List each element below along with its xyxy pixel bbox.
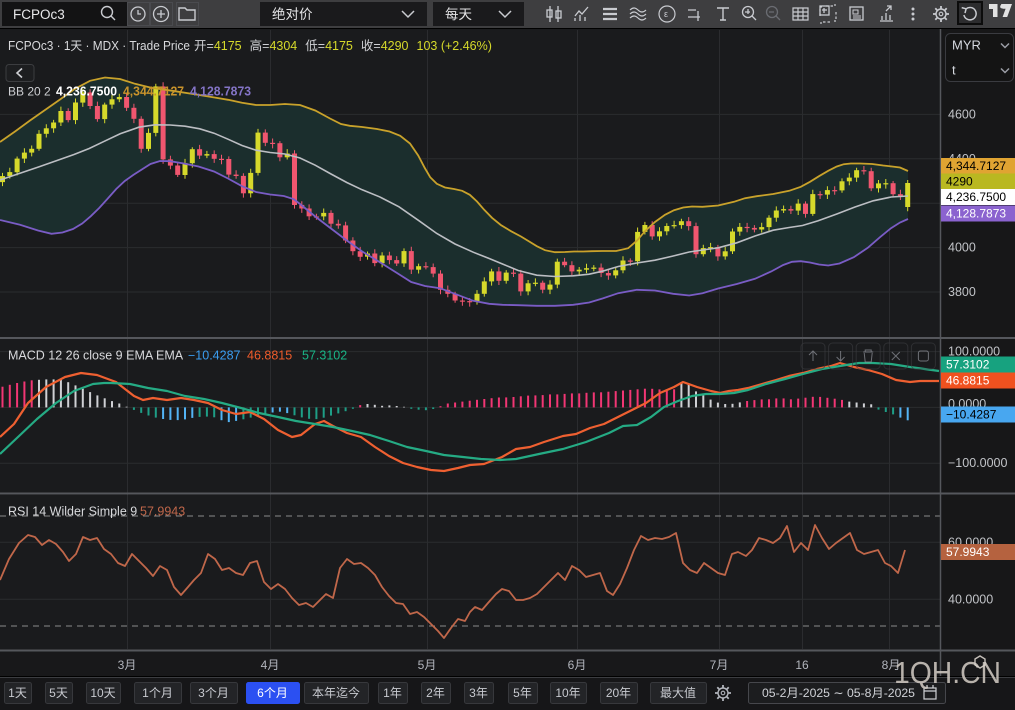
svg-text:4,344.7127: 4,344.7127 xyxy=(946,159,1006,173)
svg-text:6个月: 6个月 xyxy=(257,686,288,700)
svg-text:5天: 5天 xyxy=(49,686,68,700)
svg-text:4,344.7127: 4,344.7127 xyxy=(123,85,184,99)
svg-text:57.3102: 57.3102 xyxy=(302,349,347,363)
svg-text:57.3102: 57.3102 xyxy=(946,358,990,372)
svg-text:4,128.7873: 4,128.7873 xyxy=(946,207,1006,221)
svg-text:每天: 每天 xyxy=(445,7,472,22)
svg-text:46.8815: 46.8815 xyxy=(946,374,990,388)
svg-text:40.0000: 40.0000 xyxy=(948,592,993,606)
svg-text:ε: ε xyxy=(664,9,668,19)
svg-text:57.9943: 57.9943 xyxy=(140,505,185,519)
svg-text:−10.4287: −10.4287 xyxy=(946,408,997,422)
svg-text:开=4175高=4304低=4175收=4290103 (+: 开=4175高=4304低=4175收=4290103 (+2.46%) xyxy=(194,38,492,53)
svg-text:20年: 20年 xyxy=(606,686,631,700)
svg-text:−100.0000: −100.0000 xyxy=(948,456,1007,470)
svg-text:绝对价: 绝对价 xyxy=(272,7,313,22)
svg-text:3月: 3月 xyxy=(118,658,137,672)
svg-text:5年: 5年 xyxy=(513,686,532,700)
svg-text:最大值: 最大值 xyxy=(660,685,696,700)
svg-text:5月: 5月 xyxy=(418,658,437,672)
svg-text:t: t xyxy=(952,63,956,78)
svg-text:57.9943: 57.9943 xyxy=(946,545,990,559)
svg-text:2年: 2年 xyxy=(426,686,445,700)
svg-text:FCPOc3: FCPOc3 xyxy=(13,7,65,22)
svg-text:本年迄今: 本年迄今 xyxy=(312,685,360,700)
svg-text:MACD 12 26 close 9 EMA EMA: MACD 12 26 close 9 EMA EMA xyxy=(8,349,184,363)
svg-text:4,236.7500: 4,236.7500 xyxy=(946,190,1006,204)
svg-text:4,128.7873: 4,128.7873 xyxy=(190,85,251,99)
svg-text:−10.4287: −10.4287 xyxy=(188,349,241,363)
svg-text:16: 16 xyxy=(795,658,809,672)
svg-text:FCPOc3 · 1天 · MDX · Trade Pric: FCPOc3 · 1天 · MDX · Trade Price xyxy=(8,39,190,53)
svg-text:3800: 3800 xyxy=(948,285,976,299)
svg-text:4600: 4600 xyxy=(948,107,976,121)
svg-text:BB 20 2: BB 20 2 xyxy=(8,85,51,99)
svg-text:4,236.7500: 4,236.7500 xyxy=(56,85,117,99)
svg-text:10年: 10年 xyxy=(555,686,580,700)
svg-text:3年: 3年 xyxy=(469,686,488,700)
svg-text:4290: 4290 xyxy=(946,175,973,189)
svg-text:6月: 6月 xyxy=(568,658,587,672)
svg-text:RSI 14 Wilder Simple 9: RSI 14 Wilder Simple 9 xyxy=(8,505,137,519)
svg-text:7月: 7月 xyxy=(710,658,729,672)
svg-text:1年: 1年 xyxy=(383,686,402,700)
svg-text:46.8815: 46.8815 xyxy=(247,349,292,363)
svg-text:3个月: 3个月 xyxy=(198,686,229,700)
svg-text:4月: 4月 xyxy=(261,658,280,672)
svg-text:10天: 10天 xyxy=(90,686,115,700)
svg-text:4000: 4000 xyxy=(948,241,976,255)
svg-text:1天: 1天 xyxy=(8,686,27,700)
svg-text:1个月: 1个月 xyxy=(142,686,173,700)
svg-text:MYR: MYR xyxy=(952,38,981,53)
